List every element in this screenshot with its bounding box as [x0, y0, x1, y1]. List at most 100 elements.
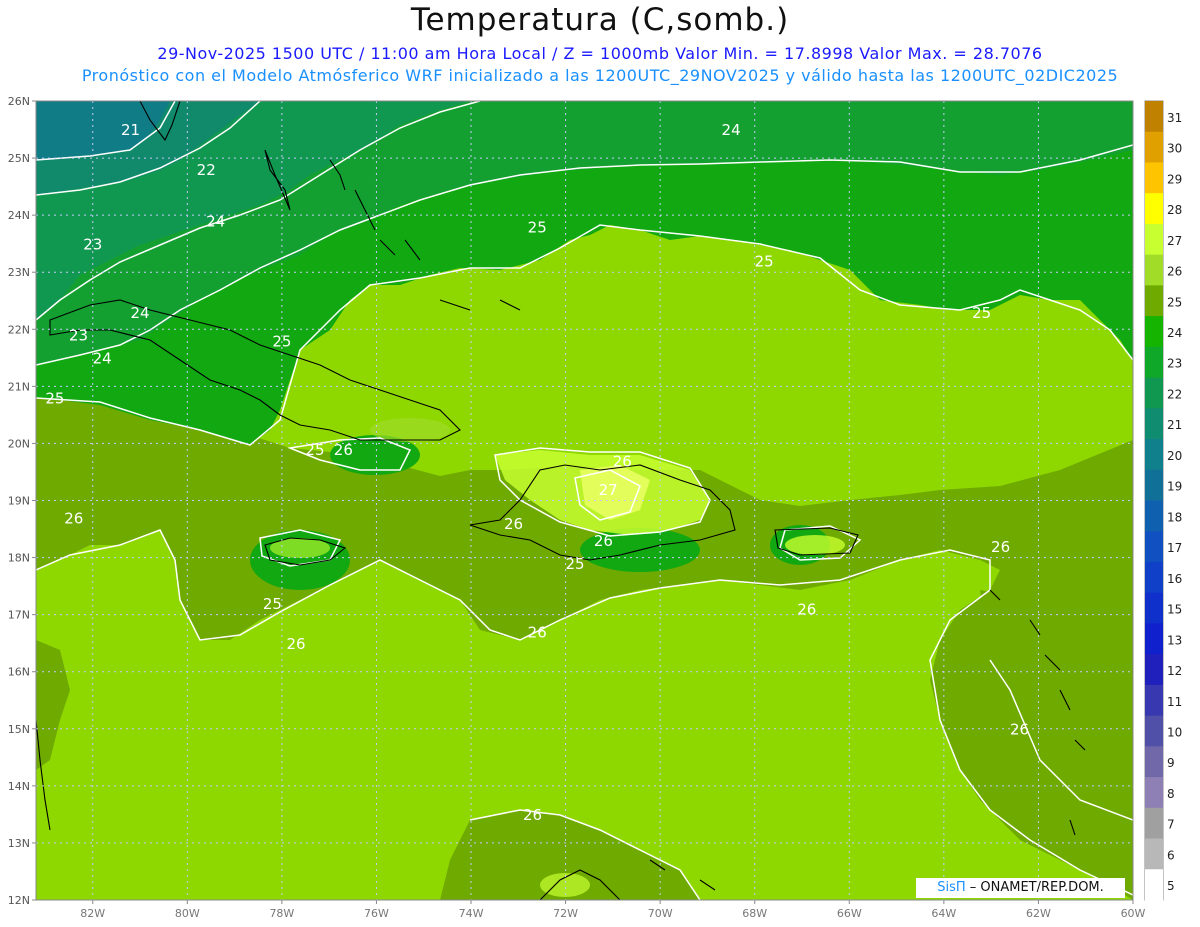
contour-label: 26: [613, 452, 632, 470]
temperature-map: 21 22 23 24 24 25 25 25 24 23 24 25 25 25 26 26 27 26 26 25…: [8, 95, 1183, 920]
colorbar-swatch: [1145, 223, 1163, 256]
contour-label: 25: [272, 332, 291, 350]
contour-label: 26: [594, 532, 613, 550]
credit-brand: SisΠ: [937, 880, 966, 895]
credit-box: SisΠ – ONAMET/REP.DOM.: [916, 878, 1125, 898]
colorbar-swatch: [1145, 408, 1163, 440]
colorbar-label: 15: [1167, 603, 1182, 617]
lon-tick-label: 66W: [837, 907, 862, 920]
contour-label: 25: [263, 595, 282, 613]
colorbar-label: 16: [1167, 572, 1182, 586]
colorbar-swatch: [1145, 316, 1163, 348]
colorbar-swatch: [1145, 162, 1163, 194]
colorbar-swatch: [1145, 101, 1163, 133]
colorbar-label: 13: [1167, 633, 1182, 647]
lat-tick-label: 19N: [8, 495, 30, 508]
contour-label: 25: [755, 253, 774, 271]
colorbar-label: 18: [1167, 510, 1182, 524]
colorbar-swatch: [1145, 715, 1163, 747]
colorbar-label: 17: [1167, 541, 1182, 555]
colorbar-label: 8: [1167, 787, 1175, 801]
temp-fill-pr-hot: [785, 535, 845, 555]
contour-label: 21: [121, 121, 140, 139]
lon-tick-label: 68W: [742, 907, 767, 920]
colorbar-label: 26: [1167, 265, 1182, 279]
colorbar-swatch: [1145, 807, 1163, 840]
contour-label: 26: [334, 441, 353, 459]
colorbar-swatch: [1145, 869, 1163, 901]
contour-label: 25: [528, 218, 547, 236]
colorbar-label: 21: [1167, 418, 1182, 432]
contour-label: 25: [972, 304, 991, 322]
colorbar-label: 5: [1167, 879, 1175, 893]
lon-tick-label: 60W: [1121, 907, 1146, 920]
colorbar-label: 25: [1167, 295, 1182, 309]
colorbar-swatch: [1145, 439, 1163, 471]
lat-tick-label: 26N: [8, 95, 30, 108]
lat-tick-label: 15N: [8, 723, 30, 736]
credit-text: – ONAMET/REP.DOM.: [965, 880, 1104, 895]
lat-tick-label: 18N: [8, 552, 30, 565]
colorbar-label: 19: [1167, 480, 1182, 494]
colorbar-label: 29: [1167, 172, 1182, 186]
colorbar-label: 28: [1167, 203, 1182, 217]
colorbar-label: 22: [1167, 387, 1182, 401]
contour-label: 23: [83, 235, 102, 253]
colorbar-label: 7: [1167, 818, 1175, 832]
contour-label: 24: [130, 304, 149, 322]
colorbar-swatch: [1145, 531, 1163, 563]
lat-tick-label: 17N: [8, 609, 30, 622]
colorbar-swatch: [1145, 684, 1163, 717]
colorbar-swatch: [1145, 561, 1163, 594]
colorbar-swatch: [1145, 746, 1163, 778]
colorbar-swatch: [1145, 500, 1163, 532]
colorbar-label: 6: [1167, 848, 1175, 862]
contour-label: 26: [64, 509, 83, 527]
colorbar-swatch: [1145, 654, 1163, 686]
colorbar-label: 23: [1167, 357, 1182, 371]
lon-tick-label: 74W: [459, 907, 484, 920]
colorbar-swatch: [1145, 254, 1163, 286]
contour-label: 23: [69, 327, 88, 345]
contour-label: 26: [991, 538, 1010, 556]
lat-tick-label: 20N: [8, 437, 30, 450]
lon-tick-label: 78W: [269, 907, 294, 920]
map-plot-area: 21 22 23 24 24 25 25 25 24 23 24 25 25 25 26 26 27 26 26 25…: [36, 101, 1133, 900]
lat-tick-label: 22N: [8, 323, 30, 336]
contour-label: 24: [206, 213, 225, 231]
colorbar-label: 9: [1167, 756, 1175, 770]
colorbar-label: 11: [1167, 695, 1182, 709]
lon-tick-label: 82W: [80, 907, 105, 920]
colorbar-label: 24: [1167, 326, 1182, 340]
lat-tick-label: 14N: [8, 780, 30, 793]
colorbar-swatch: [1145, 377, 1163, 409]
contour-label: 22: [197, 161, 216, 179]
contour-label: 26: [1010, 720, 1029, 738]
temp-fill-colombia-hot: [540, 873, 590, 897]
colorbar-swatch: [1145, 469, 1163, 501]
lon-tick-label: 76W: [364, 907, 389, 920]
contour-label: 27: [599, 481, 618, 499]
colorbar-label: 31: [1167, 111, 1182, 125]
contour-label: 24: [722, 121, 741, 139]
colorbar-swatch: [1145, 592, 1163, 624]
colorbar-label: 27: [1167, 234, 1182, 248]
lon-tick-label: 70W: [648, 907, 673, 920]
lat-tick-label: 25N: [8, 152, 30, 165]
contour-label: 26: [797, 601, 816, 619]
lat-tick-label: 12N: [8, 894, 30, 907]
lat-tick-label: 16N: [8, 666, 30, 679]
colorbar-swatch: [1145, 346, 1163, 379]
colorbar-swatch: [1145, 193, 1163, 225]
colorbar-swatch: [1145, 623, 1163, 655]
lon-tick-label: 80W: [175, 907, 200, 920]
colorbar-swatch: [1145, 838, 1163, 870]
contour-label: 25: [565, 555, 584, 573]
contour-label: 26: [523, 806, 542, 824]
lat-tick-label: 23N: [8, 266, 30, 279]
longitude-axis: 82W 80W 78W 76W 74W 72W 70W 68W 66W 64W 62W 60W: [80, 900, 1146, 920]
lat-tick-label: 21N: [8, 380, 30, 393]
lat-tick-label: 24N: [8, 209, 30, 222]
contour-label: 24: [93, 350, 112, 368]
contour-label: 25: [45, 389, 64, 407]
